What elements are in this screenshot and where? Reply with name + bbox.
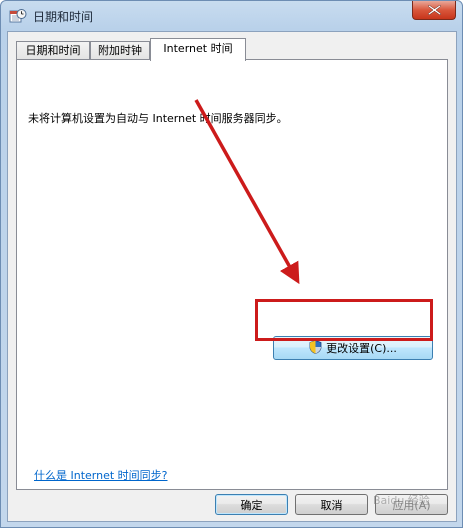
change-settings-button[interactable]: 更改设置(C)...	[273, 336, 433, 360]
watermark-text: Baidu 经验	[373, 494, 430, 507]
tab-date-time[interactable]: 日期和时间	[16, 41, 90, 60]
clock-calendar-icon	[9, 8, 27, 24]
change-settings-label: 更改设置(C)...	[326, 342, 397, 355]
window-title: 日期和时间	[33, 10, 94, 24]
tab-additional-clocks[interactable]: 附加时钟	[90, 41, 150, 60]
ok-button[interactable]: 确定	[215, 494, 288, 515]
dialog-body: 日期和时间 附加时钟 Internet 时间 未将计算机设置为自动与 Inter…	[7, 31, 457, 522]
sync-status-text: 未将计算机设置为自动与 Internet 时间服务器同步。	[28, 112, 288, 125]
close-button[interactable]	[412, 1, 456, 20]
internet-time-panel: 未将计算机设置为自动与 Internet 时间服务器同步。 更改设置(C)...…	[16, 59, 448, 490]
uac-shield-icon	[309, 339, 322, 357]
help-link-internet-time-sync[interactable]: 什么是 Internet 时间同步?	[34, 467, 168, 483]
tab-internet-time[interactable]: Internet 时间	[150, 38, 246, 61]
date-time-dialog: 日期和时间 日期和时间 附加时钟 Internet 时间 未将计算机设置为自动与…	[0, 0, 463, 528]
title-bar[interactable]: 日期和时间	[1, 1, 462, 31]
close-icon	[428, 5, 441, 15]
cancel-button[interactable]: 取消	[295, 494, 368, 515]
